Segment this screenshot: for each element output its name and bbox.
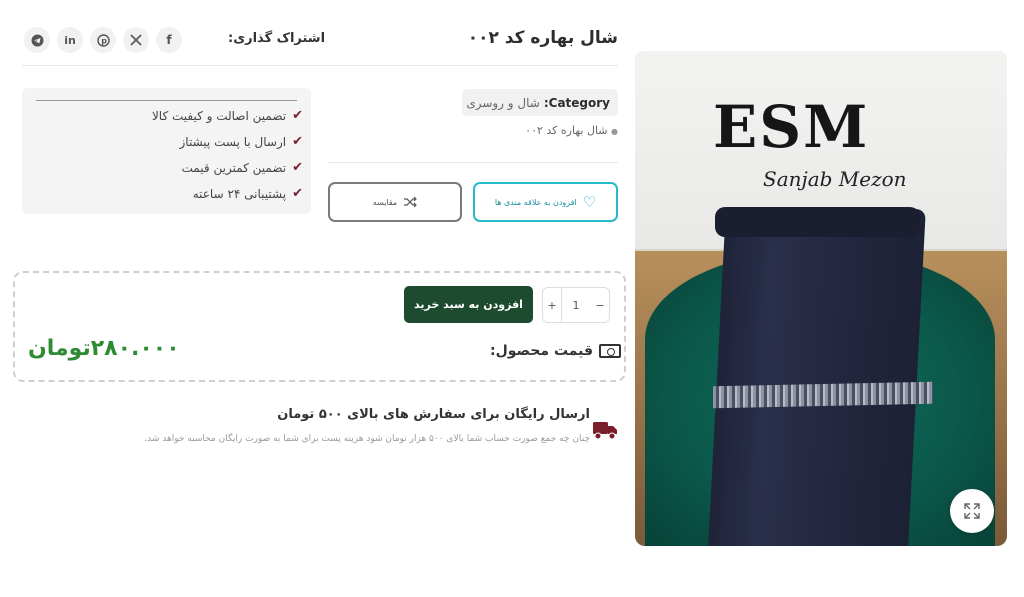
pinterest-icon[interactable]: p [90,27,116,53]
guarantee-divider [36,100,297,101]
guarantee-text: ارسال با پست پیشتاز [179,134,287,149]
expand-icon [964,503,980,519]
x-icon[interactable] [123,27,149,53]
image-logo: ESM [713,93,870,161]
telegram-icon[interactable] [24,27,50,53]
guarantee-box: ✔ تضمین اصالت و کیفیت کالا ✔ ارسال با پس… [22,88,311,214]
linkedin-icon[interactable]: in [57,27,83,53]
section-divider [328,162,618,163]
guarantee-item: ✔ تضمین اصالت و کیفیت کالا [152,108,303,123]
image-logo-subtitle: Sanjab Mezon [763,167,907,191]
check-icon: ✔ [292,160,303,175]
check-icon: ✔ [292,134,303,149]
price-label-text: قیمت محصول: [490,343,594,359]
price-label: قیمت محصول: [490,343,622,359]
header-divider [22,65,618,66]
guarantee-text: تضمین اصالت و کیفیت کالا [151,108,287,123]
product-bullet: ● شال بهاره کد ۰۰۲ [525,124,618,137]
wishlist-button[interactable]: ♡ افزودن به علاقه مندی ها [473,182,618,222]
image-scarf-band [713,381,933,409]
wishlist-label: افزودن به علاقه مندی ها [494,197,577,207]
compare-button[interactable]: مقایسه [328,182,462,222]
add-to-cart-button[interactable]: افزودن به سبد خرید [404,286,533,323]
shipping-description: چنان چه جمع صورت حساب شما بالای ۵۰۰ هزار… [144,434,590,444]
svg-text:p: p [101,36,107,45]
heart-icon: ♡ [582,193,597,211]
money-icon [599,344,622,358]
cart-box [13,271,626,382]
image-scarf-fold [715,207,920,237]
category-tag: Category: شال و روسری [462,89,618,116]
share-label: اشتراک گذاری: [228,31,326,46]
category-key: Category: [543,95,610,110]
check-icon: ✔ [292,186,303,201]
category-link[interactable]: شال و روسری [466,96,540,110]
guarantee-item: ✔ تضمین کمترین قیمت [182,160,303,175]
zoom-button[interactable] [950,489,994,533]
guarantee-text: تضمین کمترین قیمت [181,160,287,175]
truck-icon [593,422,617,440]
check-icon: ✔ [292,108,303,123]
guarantee-item: ✔ پشتیبانی ۲۴ ساعته [193,186,303,201]
product-image[interactable]: ESM Sanjab Mezon [635,51,1007,546]
shipping-title: ارسال رایگان برای سفارش های بالای ۵۰۰ تو… [277,407,590,422]
product-title: شال بهاره کد ۰۰۲ [467,28,618,48]
quantity-input[interactable]: 1 [561,287,591,323]
image-scarf [708,209,926,546]
quantity-increase-button[interactable]: + [542,287,562,323]
facebook-icon[interactable]: f [156,27,182,53]
price-value: ۲۸۰.۰۰۰تومان [28,336,180,361]
guarantee-text: پشتیبانی ۲۴ ساعته [192,186,287,201]
bullet-text: شال بهاره کد ۰۰۲ [525,124,608,137]
guarantee-item: ✔ ارسال با پست پیشتاز [180,134,303,149]
shuffle-icon [404,196,418,208]
compare-label: مقایسه [372,197,398,207]
quantity-decrease-button[interactable]: − [590,287,610,323]
